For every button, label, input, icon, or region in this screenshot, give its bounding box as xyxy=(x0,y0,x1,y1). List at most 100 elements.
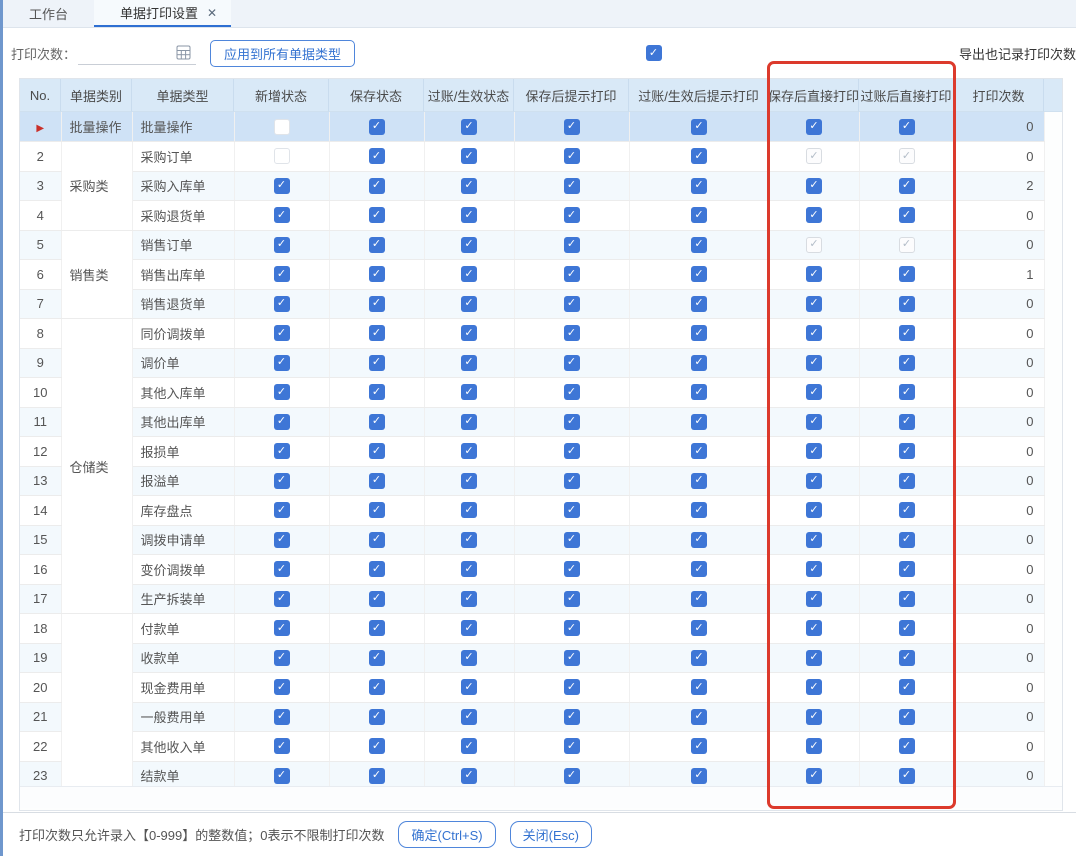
checkbox-post-status[interactable]: ✓ xyxy=(461,325,477,341)
checkbox-save-status[interactable]: ✓ xyxy=(369,650,385,666)
checkbox-save-direct-print[interactable]: ✓ xyxy=(806,502,822,518)
checkbox-post-prompt-print[interactable]: ✓ xyxy=(691,620,707,636)
checkbox-save-direct-print[interactable]: ✓ xyxy=(806,119,822,135)
checkbox-post-direct-print[interactable]: ✓ xyxy=(899,325,915,341)
apply-to-all-button[interactable]: 应用到所有单据类型 xyxy=(210,40,355,67)
table-row[interactable]: 22其他收入单✓✓✓✓✓✓✓0 xyxy=(20,732,1044,762)
checkbox-new-status[interactable]: ✓ xyxy=(274,620,290,636)
checkbox-post-direct-print[interactable]: ✓ xyxy=(899,709,915,725)
checkbox-post-direct-print[interactable]: ✓ xyxy=(899,738,915,754)
table-row[interactable]: 3采购入库单✓✓✓✓✓✓✓2 xyxy=(20,171,1044,201)
checkbox-post-prompt-print[interactable]: ✓ xyxy=(691,384,707,400)
table-row[interactable]: 16变价调拨单✓✓✓✓✓✓✓0 xyxy=(20,555,1044,585)
checkbox-save-prompt-print[interactable]: ✓ xyxy=(564,384,580,400)
checkbox-save-status[interactable]: ✓ xyxy=(369,178,385,194)
table-row[interactable]: 20现金费用单✓✓✓✓✓✓✓0 xyxy=(20,673,1044,703)
checkbox-save-prompt-print[interactable]: ✓ xyxy=(564,443,580,459)
print-count-cell[interactable]: 0 xyxy=(954,230,1044,260)
checkbox-post-status[interactable]: ✓ xyxy=(461,207,477,223)
print-count-cell[interactable]: 0 xyxy=(954,378,1044,408)
checkbox-save-direct-print[interactable]: ✓ xyxy=(806,620,822,636)
checkbox-post-direct-print[interactable]: ✓ xyxy=(899,679,915,695)
checkbox-new-status[interactable]: ✓ xyxy=(274,178,290,194)
checkbox-save-prompt-print[interactable]: ✓ xyxy=(564,561,580,577)
checkbox-save-prompt-print[interactable]: ✓ xyxy=(564,768,580,784)
checkbox-post-direct-print[interactable]: ✓ xyxy=(899,207,915,223)
vertical-scrollbar-gutter[interactable] xyxy=(1044,79,1062,112)
checkbox-post-direct-print[interactable]: ✓ xyxy=(899,443,915,459)
checkbox-save-prompt-print[interactable]: ✓ xyxy=(564,266,580,282)
checkbox-save-direct-print[interactable]: ✓ xyxy=(806,266,822,282)
checkbox-post-direct-print[interactable]: ✓ xyxy=(899,266,915,282)
checkbox-post-prompt-print[interactable]: ✓ xyxy=(691,266,707,282)
checkbox-save-status[interactable]: ✓ xyxy=(369,355,385,371)
checkbox-post-prompt-print[interactable]: ✓ xyxy=(691,296,707,312)
checkbox-post-direct-print[interactable]: ✓ xyxy=(899,178,915,194)
table-row[interactable]: 12报损单✓✓✓✓✓✓✓0 xyxy=(20,437,1044,467)
checkbox-post-status[interactable]: ✓ xyxy=(461,148,477,164)
print-count-cell[interactable]: 0 xyxy=(954,112,1044,142)
print-count-cell[interactable]: 0 xyxy=(954,555,1044,585)
print-count-cell[interactable]: 0 xyxy=(954,201,1044,231)
checkbox-post-status[interactable]: ✓ xyxy=(461,709,477,725)
print-count-cell[interactable]: 0 xyxy=(954,496,1044,526)
checkbox-save-direct-print[interactable]: ✓ xyxy=(806,384,822,400)
checkbox-save-status[interactable]: ✓ xyxy=(369,207,385,223)
table-row[interactable]: 18付款单✓✓✓✓✓✓✓0 xyxy=(20,614,1044,644)
checkbox-save-status[interactable]: ✓ xyxy=(369,473,385,489)
checkbox-post-prompt-print[interactable]: ✓ xyxy=(691,207,707,223)
print-count-cell[interactable]: 0 xyxy=(954,319,1044,349)
print-count-cell[interactable]: 0 xyxy=(954,142,1044,172)
checkbox-post-direct-print[interactable]: ✓ xyxy=(899,532,915,548)
checkbox-save-direct-print[interactable]: ✓ xyxy=(806,473,822,489)
table-row[interactable]: 5销售类销售订单✓✓✓✓✓✓✓0 xyxy=(20,230,1044,260)
checkbox-save-direct-print[interactable]: ✓ xyxy=(806,414,822,430)
table-row[interactable]: 15调拨申请单✓✓✓✓✓✓✓0 xyxy=(20,525,1044,555)
checkbox-post-status[interactable]: ✓ xyxy=(461,355,477,371)
checkbox-post-status[interactable]: ✓ xyxy=(461,178,477,194)
print-count-cell[interactable]: 0 xyxy=(954,437,1044,467)
checkbox-post-status[interactable]: ✓ xyxy=(461,443,477,459)
print-count-cell[interactable]: 2 xyxy=(954,171,1044,201)
checkbox-post-direct-print[interactable]: ✓ xyxy=(899,473,915,489)
checkbox-save-status[interactable]: ✓ xyxy=(369,561,385,577)
checkbox-post-direct-print[interactable]: ✓ xyxy=(899,591,915,607)
checkbox-save-direct-print[interactable]: ✓ xyxy=(806,591,822,607)
checkbox-post-prompt-print[interactable]: ✓ xyxy=(691,237,707,253)
checkbox-save-status[interactable]: ✓ xyxy=(369,384,385,400)
checkbox-new-status[interactable]: ✓ xyxy=(274,650,290,666)
checkbox-post-prompt-print[interactable]: ✓ xyxy=(691,709,707,725)
checkbox-save-direct-print[interactable]: ✓ xyxy=(806,443,822,459)
table-row[interactable]: 14库存盘点✓✓✓✓✓✓✓0 xyxy=(20,496,1044,526)
checkbox-post-status[interactable]: ✓ xyxy=(461,502,477,518)
ok-button[interactable]: 确定(Ctrl+S) xyxy=(398,821,495,848)
checkbox-save-prompt-print[interactable]: ✓ xyxy=(564,178,580,194)
checkbox-save-direct-print[interactable]: ✓ xyxy=(806,679,822,695)
checkbox-post-status[interactable]: ✓ xyxy=(461,532,477,548)
checkbox-save-status[interactable]: ✓ xyxy=(369,266,385,282)
checkbox-save-status[interactable]: ✓ xyxy=(369,148,385,164)
checkbox-save-status[interactable]: ✓ xyxy=(369,296,385,312)
checkbox-new-status[interactable]: ✓ xyxy=(274,237,290,253)
checkbox-post-status[interactable]: ✓ xyxy=(461,591,477,607)
checkbox-new-status[interactable]: ✓ xyxy=(274,532,290,548)
checkbox-save-status[interactable]: ✓ xyxy=(369,591,385,607)
checkbox-new-status[interactable]: ✓ xyxy=(274,443,290,459)
checkbox-post-status[interactable]: ✓ xyxy=(461,650,477,666)
checkbox-post-status[interactable]: ✓ xyxy=(461,768,477,784)
checkbox-post-prompt-print[interactable]: ✓ xyxy=(691,355,707,371)
print-count-cell[interactable]: 0 xyxy=(954,407,1044,437)
checkbox-new-status[interactable]: ✓ xyxy=(274,768,290,784)
checkbox-save-prompt-print[interactable]: ✓ xyxy=(564,502,580,518)
checkbox-post-direct-print[interactable]: ✓ xyxy=(899,620,915,636)
checkbox-save-direct-print[interactable]: ✓ xyxy=(806,738,822,754)
checkbox-new-status[interactable]: ✓ xyxy=(274,591,290,607)
checkbox-save-prompt-print[interactable]: ✓ xyxy=(564,591,580,607)
checkbox-post-direct-print[interactable]: ✓ xyxy=(899,296,915,312)
checkbox-save-prompt-print[interactable]: ✓ xyxy=(564,473,580,489)
checkbox-new-status[interactable]: ✓ xyxy=(274,561,290,577)
print-count-cell[interactable]: 0 xyxy=(954,348,1044,378)
checkbox-save-direct-print[interactable]: ✓ xyxy=(806,709,822,725)
checkbox-post-direct-print[interactable]: ✓ xyxy=(899,355,915,371)
table-row[interactable]: 4采购退货单✓✓✓✓✓✓✓0 xyxy=(20,201,1044,231)
